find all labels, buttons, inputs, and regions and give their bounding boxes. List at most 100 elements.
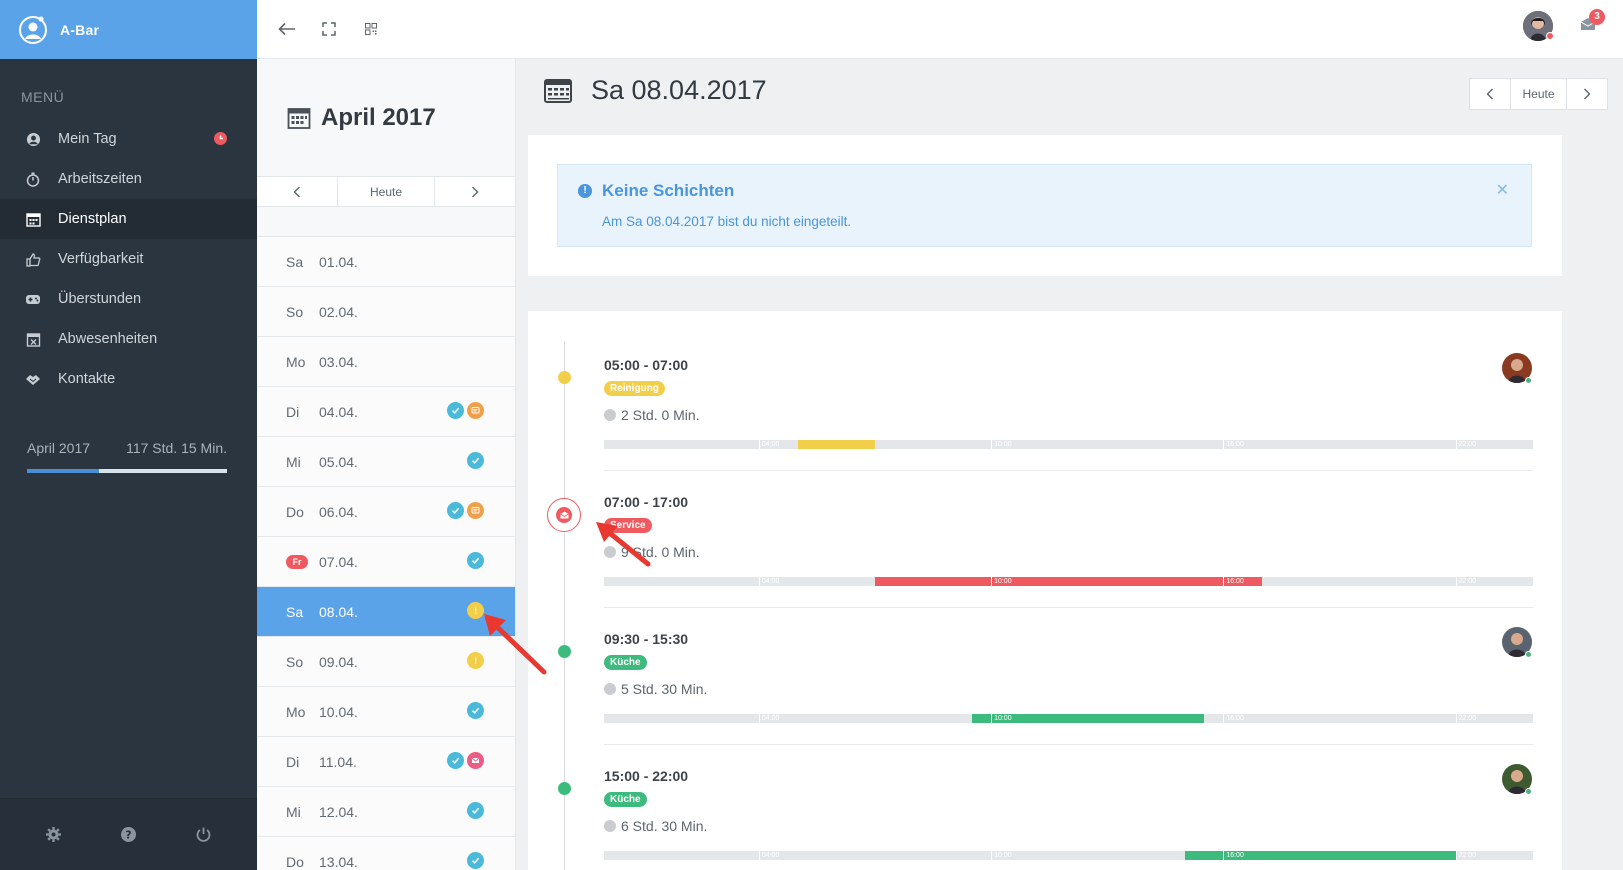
day-row[interactable]: Mi 05.04. <box>257 437 515 487</box>
info-icon: ! <box>578 184 592 198</box>
day-list-spacer <box>257 207 515 237</box>
main-content: Sa 08.04.2017 Heute ! Keine Schichten Am… <box>516 59 1623 870</box>
day-row[interactable]: Di 11.04. <box>257 737 515 787</box>
brand-header[interactable]: A-Bar <box>0 0 257 59</box>
alert-card: ! Keine Schichten Am Sa 08.04.2017 bist … <box>528 135 1562 276</box>
shift-duration: 2 Std. 0 Min. <box>604 407 700 423</box>
day-of-week: Sa <box>286 253 304 270</box>
shift-separator <box>604 607 1533 608</box>
nav-item-dienstplan[interactable]: Dienstplan <box>0 199 257 239</box>
nav-item-label: Verfügbarkeit <box>58 251 144 267</box>
day-status-icons <box>467 452 484 469</box>
day-list-panel: April 2017 Heute Sa 01.04. So 02.04. Mo 03.04… <box>257 59 516 870</box>
menu-title: MENÜ <box>21 89 65 105</box>
chevron-left-icon <box>1486 88 1493 100</box>
shift-entry[interactable]: 09:30 - 15:30 Küche 5 Std. 30 Min. 04:00 10:… <box>528 615 1562 757</box>
day-of-week: Mi <box>286 453 301 470</box>
month-stat: April 2017 117 Std. 15 Min. <box>27 440 227 456</box>
timeline-tick-label: 10:00 <box>994 715 1012 722</box>
duration-text: 2 Std. 0 Min. <box>621 407 700 423</box>
help-icon[interactable]: ? <box>119 825 139 845</box>
shift-role-tag: Reinigung <box>604 381 665 396</box>
timeline-tick-label: 10:00 <box>994 852 1012 859</box>
nav-item-abwesenheiten[interactable]: Abwesenheiten <box>0 319 257 359</box>
schedule-grid-icon <box>544 78 572 103</box>
shift-entry[interactable]: 05:00 - 07:00 Reinigung 2 Std. 0 Min. 04:00… <box>528 341 1562 483</box>
day-status-icons <box>467 652 484 669</box>
day-row[interactable]: Di 04.04. <box>257 387 515 437</box>
day-row[interactable]: Sa 08.04. <box>257 587 515 637</box>
warning-icon <box>467 652 484 669</box>
day-status-icons <box>467 702 484 719</box>
timeline-tick-label: 04:00 <box>761 715 780 722</box>
timeline-tick-label: 10:00 <box>994 578 1012 585</box>
svg-text:?: ? <box>125 829 131 842</box>
day-title: Sa 08.04.2017 <box>591 75 767 105</box>
day-date: 07.04. <box>319 553 358 570</box>
day-of-week: So <box>286 653 304 670</box>
day-of-week: Di <box>286 753 300 770</box>
day-status-icons <box>447 502 484 519</box>
mail-count-badge: 3 <box>1589 9 1605 25</box>
timeline-tick-label: 04:00 <box>761 441 780 448</box>
next-day-button[interactable] <box>1567 79 1607 109</box>
day-row[interactable]: So 09.04. <box>257 637 515 687</box>
duration-text: 9 Std. 0 Min. <box>621 544 700 560</box>
shift-time-bar: 04:00 10:00 16:00 22:00 <box>604 851 1533 860</box>
timeline-tick-label: 04:00 <box>761 852 780 859</box>
timeline-tick-label: 22:00 <box>1458 578 1477 585</box>
month-progress-bar <box>27 469 227 473</box>
nav-item-verfuegbarkeit[interactable]: Verfügbarkeit <box>0 239 257 279</box>
timeline-tick-label: 04:00 <box>761 578 780 585</box>
shift-role-tag: Service <box>604 518 652 533</box>
day-of-week: So <box>286 303 304 320</box>
day-row[interactable]: Mo 03.04. <box>257 337 515 387</box>
today-day-button[interactable]: Heute <box>1510 79 1567 109</box>
nav-item-mein-tag[interactable]: Mein Tag <box>0 119 257 159</box>
day-of-week: Mi <box>286 803 301 820</box>
nav-item-label: Kontakte <box>58 371 116 387</box>
calendar-icon <box>25 211 41 227</box>
sidebar-footer: ? <box>0 798 257 870</box>
qr-code-icon[interactable] <box>359 17 383 41</box>
nav-item-kontakte[interactable]: Kontakte <box>0 359 257 399</box>
shift-duration: 5 Std. 30 Min. <box>604 681 707 697</box>
power-icon[interactable] <box>194 825 214 845</box>
chat-icon <box>467 402 484 419</box>
day-row[interactable]: Fr 07.04. <box>257 537 515 587</box>
chevron-right-icon <box>1584 88 1591 100</box>
open-request-icon[interactable] <box>547 498 581 532</box>
day-row[interactable]: So 02.04. <box>257 287 515 337</box>
shift-entry[interactable]: 07:00 - 17:00 Service 9 Std. 0 Min. 04:00 10… <box>528 478 1562 620</box>
day-row[interactable]: Do 13.04. <box>257 837 515 870</box>
prev-day-button[interactable] <box>1470 79 1510 109</box>
shift-bar-segment <box>797 440 875 449</box>
top-bar: 3 <box>257 0 1623 59</box>
timeline-tick-label: 22:00 <box>1458 715 1477 722</box>
prev-month-button[interactable] <box>257 177 337 206</box>
day-row[interactable]: Sa 01.04. <box>257 237 515 287</box>
nav-item-arbeitszeiten[interactable]: Arbeitszeiten <box>0 159 257 199</box>
no-shifts-alert: ! Keine Schichten Am Sa 08.04.2017 bist … <box>557 164 1532 247</box>
nav-item-label: Dienstplan <box>58 211 127 227</box>
nav-item-ueberstunden[interactable]: Überstunden <box>0 279 257 319</box>
close-icon[interactable]: ✕ <box>1496 180 1509 200</box>
day-date: 08.04. <box>319 603 358 620</box>
settings-icon[interactable] <box>44 825 64 845</box>
month-progress-fill <box>27 469 99 473</box>
day-row[interactable]: Mo 10.04. <box>257 687 515 737</box>
nav-item-label: Abwesenheiten <box>58 331 158 347</box>
day-row[interactable]: Mi 12.04. <box>257 787 515 837</box>
clock-icon <box>604 820 616 832</box>
app-logo-icon <box>19 15 47 44</box>
next-month-button[interactable] <box>435 177 515 206</box>
fullscreen-icon[interactable] <box>317 17 341 41</box>
calendar-grid-icon <box>287 107 311 129</box>
day-nav: Heute <box>1469 78 1608 110</box>
today-button[interactable]: Heute <box>337 177 435 206</box>
warning-icon <box>467 602 484 619</box>
alert-title: Keine Schichten <box>602 181 735 200</box>
day-row[interactable]: Do 06.04. <box>257 487 515 537</box>
back-arrow-icon[interactable] <box>275 17 299 41</box>
shift-entry[interactable]: 15:00 - 22:00 Küche 6 Std. 30 Min. 04:00 10:… <box>528 752 1562 870</box>
